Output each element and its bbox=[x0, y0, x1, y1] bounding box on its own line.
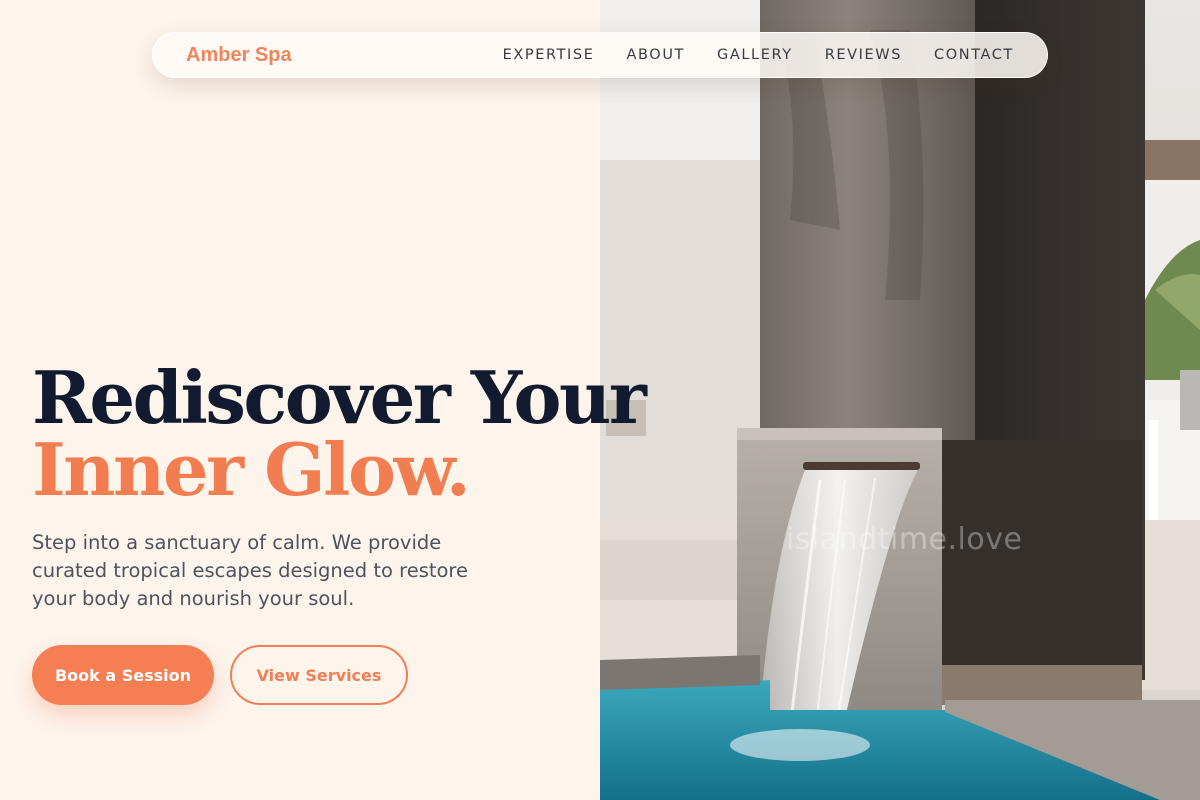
hero-title-line2: Inner Glow. bbox=[32, 427, 471, 512]
nav-link-gallery[interactable]: GALLERY bbox=[717, 47, 793, 63]
hero-photo: islandtime.love bbox=[600, 0, 1200, 800]
nav-link-contact[interactable]: CONTACT bbox=[934, 47, 1014, 63]
nav-links: EXPERTISE ABOUT GALLERY REVIEWS CONTACT bbox=[503, 47, 1014, 63]
nav-link-reviews[interactable]: REVIEWS bbox=[825, 47, 902, 63]
nav-link-expertise[interactable]: EXPERTISE bbox=[503, 47, 595, 63]
nav-link-about[interactable]: ABOUT bbox=[627, 47, 686, 63]
hero-title-line1: Rediscover Your bbox=[32, 355, 647, 440]
hero-description: Step into a sanctuary of calm. We provid… bbox=[32, 531, 469, 610]
book-session-button[interactable]: Book a Session bbox=[32, 645, 214, 705]
hero-title: Rediscover Your Inner Glow. bbox=[32, 355, 647, 512]
nav-bar: Amber Spa EXPERTISE ABOUT GALLERY REVIEW… bbox=[152, 32, 1048, 78]
waterfall-pool-image bbox=[600, 0, 1200, 800]
watermark-text: islandtime.love bbox=[786, 522, 1023, 557]
view-services-button[interactable]: View Services bbox=[230, 645, 408, 705]
brand-logo[interactable]: Amber Spa bbox=[186, 44, 292, 67]
